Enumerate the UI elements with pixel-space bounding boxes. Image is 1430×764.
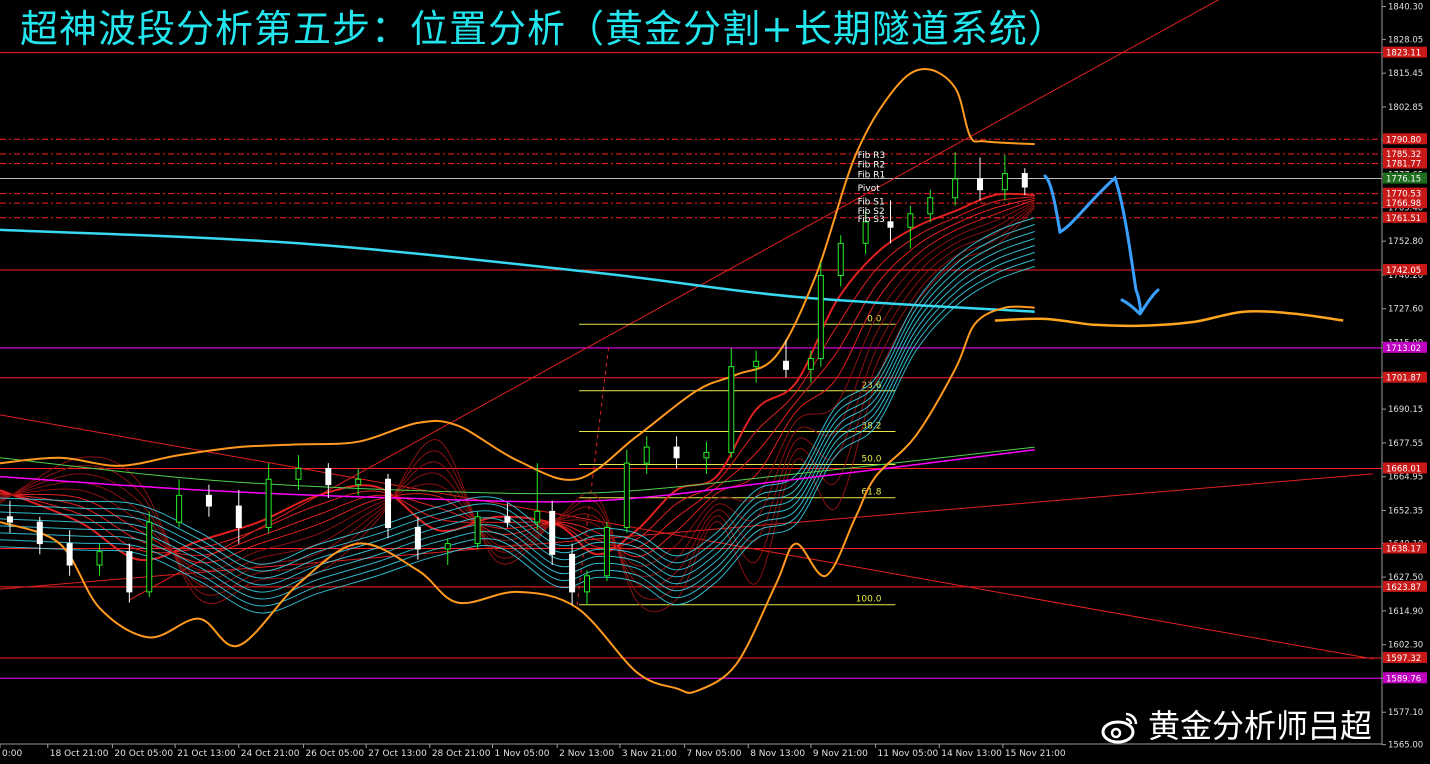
time-tick-label: 15 Nov 21:00 xyxy=(1005,749,1066,759)
candle-body xyxy=(474,516,481,545)
candle-body xyxy=(807,358,814,370)
price-tick-label: 1577.10 xyxy=(1388,708,1423,718)
candle-body xyxy=(325,468,332,486)
pivot-label: Pivot xyxy=(858,184,881,194)
candle-body xyxy=(603,527,610,577)
candle-body xyxy=(837,242,844,276)
price-tick-label: 1614.90 xyxy=(1388,607,1423,617)
level-label-text: 1623.87 xyxy=(1386,583,1421,593)
price-tick-label: 1752.80 xyxy=(1388,237,1423,247)
candle-body xyxy=(569,553,576,593)
candle-body xyxy=(96,551,103,566)
price-chart: 0.023.638.250.061.8100.0 Fib R3Fib R2Fib… xyxy=(0,0,1430,764)
weibo-icon xyxy=(1101,712,1138,744)
candle-body xyxy=(643,446,650,464)
candle-body xyxy=(295,468,302,480)
pivot-label: Fib R3 xyxy=(858,151,886,161)
time-tick-label: 28 Oct 21:00 xyxy=(432,749,491,759)
pivot-label: Fib R2 xyxy=(858,160,886,170)
level-label-text: 1766.98 xyxy=(1386,199,1421,209)
time-tick-label: 18 Oct 21:00 xyxy=(50,749,109,759)
level-label-text: 1823.11 xyxy=(1386,49,1421,59)
candle-body xyxy=(862,221,869,244)
price-tick-label: 1727.60 xyxy=(1388,305,1423,315)
candle-body xyxy=(907,213,914,228)
time-tick-label: 20 Oct 05:00 xyxy=(114,749,173,759)
level-label-text: 1790.80 xyxy=(1386,135,1421,145)
candle-body xyxy=(126,551,133,593)
candle-body xyxy=(887,221,894,228)
candle-body xyxy=(176,494,183,523)
time-tick-label: 0:00 xyxy=(2,749,22,759)
level-label-text: 1781.77 xyxy=(1386,159,1421,169)
level-label-text: 1713.02 xyxy=(1386,344,1421,354)
candle-body xyxy=(504,516,511,523)
time-tick-label: 3 Nov 21:00 xyxy=(622,749,677,759)
level-label-text: 1589.76 xyxy=(1386,674,1421,684)
candle-body xyxy=(927,197,934,215)
candle-body xyxy=(414,527,421,550)
candle-body xyxy=(817,274,824,360)
candle-body xyxy=(385,478,392,529)
price-tick-label: 1840.30 xyxy=(1388,3,1423,13)
price-tick-label: 1828.05 xyxy=(1388,35,1423,45)
candle-body xyxy=(728,366,735,453)
pivot-label: Fib S3 xyxy=(858,215,885,225)
candle-body xyxy=(1001,173,1008,191)
time-tick-label: 7 Nov 05:00 xyxy=(687,749,742,759)
candle-body xyxy=(673,446,680,459)
candle-body xyxy=(753,360,760,368)
candle-body xyxy=(36,521,43,545)
candle-body xyxy=(355,478,362,486)
level-label-text: 1597.32 xyxy=(1386,654,1421,664)
candle-body xyxy=(623,462,630,529)
fib-level-label: 100.0 xyxy=(856,595,882,605)
time-tick-label: 24 Oct 21:00 xyxy=(241,749,300,759)
candle-body xyxy=(6,516,13,523)
level-label-text: 1638.17 xyxy=(1386,545,1421,555)
price-tick-label: 1565.00 xyxy=(1388,741,1423,751)
level-label-text: 1701.87 xyxy=(1386,374,1421,384)
candle-body xyxy=(66,543,73,566)
pivot-label: Fib R1 xyxy=(858,171,886,181)
time-tick-label: 11 Nov 05:00 xyxy=(878,749,939,759)
time-tick-label: 9 Nov 21:00 xyxy=(813,749,868,759)
time-tick-label: 2 Nov 13:00 xyxy=(559,749,614,759)
candle-body xyxy=(783,360,790,370)
level-label-text: 1761.51 xyxy=(1386,214,1421,224)
price-tick-label: 1802.85 xyxy=(1388,103,1423,113)
price-tick-label: 1677.55 xyxy=(1388,439,1423,449)
candle-body xyxy=(205,494,212,507)
candle-body xyxy=(444,543,451,550)
time-tick-label: 8 Nov 13:00 xyxy=(750,749,805,759)
level-label-text: 1668.01 xyxy=(1386,464,1421,474)
fib-level-label: 50.0 xyxy=(861,455,881,465)
price-tick-label: 1815.45 xyxy=(1388,69,1423,79)
price-tick-label: 1602.30 xyxy=(1388,641,1423,651)
candle-body xyxy=(1021,173,1028,188)
candle-body xyxy=(146,521,153,593)
time-tick-label: 1 Nov 05:00 xyxy=(494,749,549,759)
candle-body xyxy=(703,451,710,459)
time-tick-label: 14 Nov 13:00 xyxy=(941,749,1002,759)
price-tick-label: 1652.35 xyxy=(1388,506,1423,516)
level-label-text: 1776.15 xyxy=(1386,175,1421,185)
watermark-text: 黄金分析师吕超 xyxy=(1148,707,1373,745)
fib-level-label: 0.0 xyxy=(867,314,882,324)
candle-body xyxy=(977,178,984,191)
watermark: 黄金分析师吕超 xyxy=(1100,706,1372,746)
candle-body xyxy=(235,505,242,529)
price-tick-label: 1690.15 xyxy=(1388,405,1423,415)
candle-body xyxy=(952,178,959,199)
candle-body xyxy=(265,478,272,529)
candle-body xyxy=(534,510,541,523)
time-tick-label: 21 Oct 13:00 xyxy=(177,749,236,759)
time-tick-label: 27 Oct 13:00 xyxy=(368,749,427,759)
candle-body xyxy=(549,510,556,555)
level-label-text: 1742.05 xyxy=(1386,266,1421,276)
time-tick-label: 26 Oct 05:00 xyxy=(305,749,364,759)
candle-body xyxy=(584,575,591,593)
chart-title: 超神波段分析第五步：位置分析（黄金分割+长期隧道系统） xyxy=(20,7,1067,51)
